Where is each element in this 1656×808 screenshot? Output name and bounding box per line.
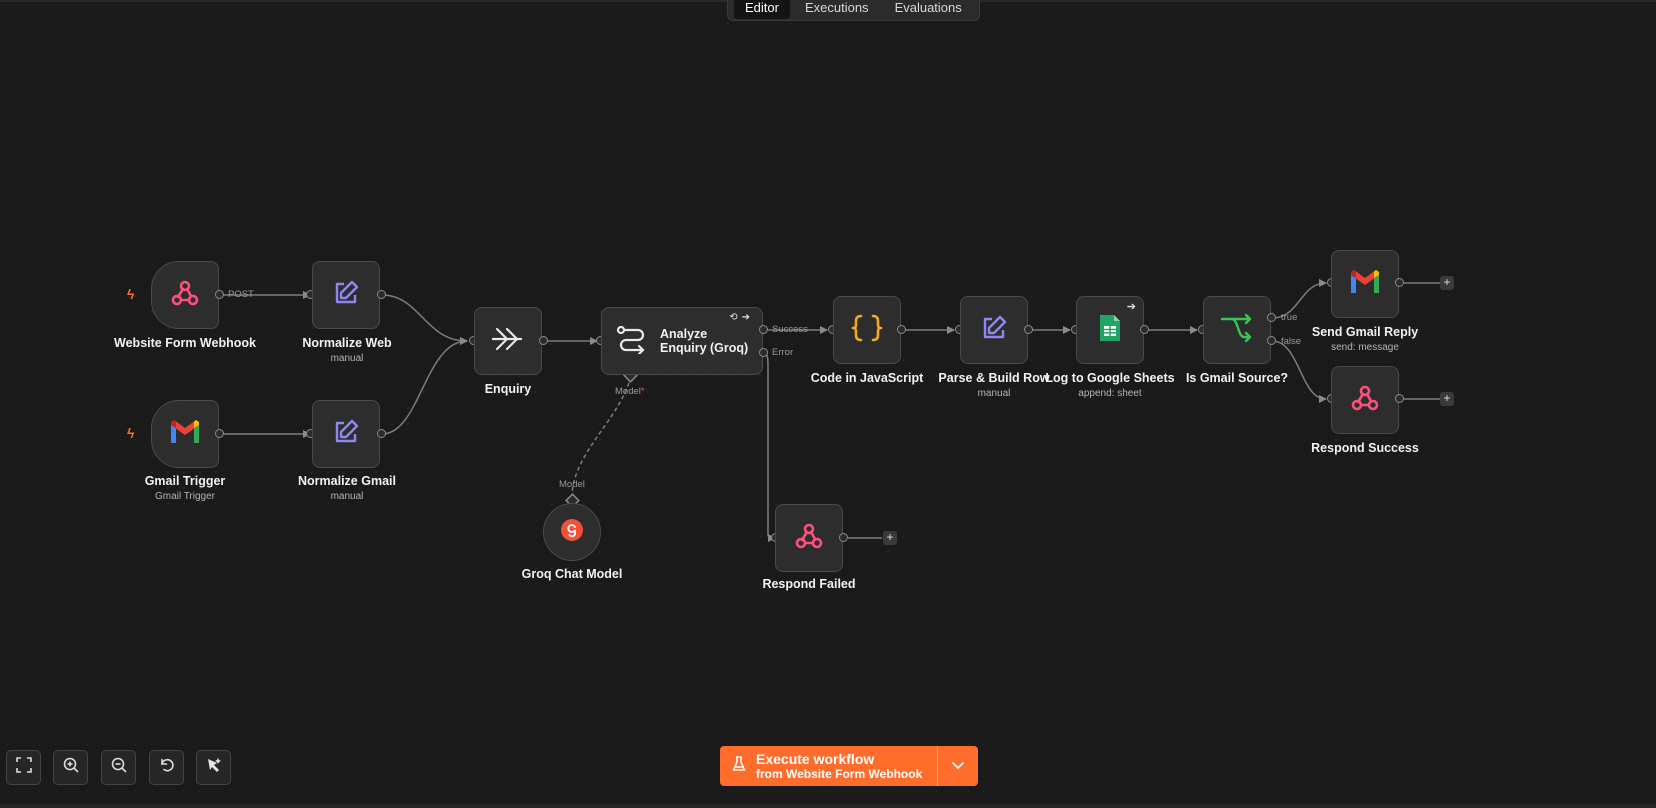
node-title: Send Gmail Reply <box>1311 325 1419 339</box>
node-title: Analyze Enquiry (Groq) <box>660 327 749 355</box>
output-port[interactable] <box>377 290 386 299</box>
node-website-form-webhook[interactable] <box>151 261 219 329</box>
node-subtitle: manual <box>330 353 364 364</box>
undo-button[interactable] <box>149 750 184 785</box>
merge-arrows-icon <box>491 324 525 359</box>
output-port[interactable] <box>1395 278 1404 287</box>
node-title: Normalize Gmail <box>298 474 396 488</box>
output-port[interactable] <box>1395 394 1404 403</box>
groq-icon <box>560 518 584 547</box>
google-sheets-icon <box>1098 313 1122 348</box>
zoom-in-button[interactable] <box>53 750 88 785</box>
edge-label-model: Model* <box>615 386 645 397</box>
node-title: Respond Failed <box>762 577 856 591</box>
node-normalize-web[interactable] <box>312 261 380 329</box>
node-title: Is Gmail Source? <box>1185 371 1289 385</box>
add-node-button[interactable]: + <box>883 531 897 545</box>
fit-view-button[interactable] <box>6 750 41 785</box>
execute-options-dropdown[interactable] <box>938 746 978 786</box>
node-analyze-enquiry[interactable]: Analyze Enquiry (Groq) ⟲➔ <box>601 307 763 375</box>
node-title: Gmail Trigger <box>144 474 226 488</box>
edge-label-success: Success <box>772 324 808 335</box>
add-node-button[interactable]: + <box>1440 276 1454 290</box>
node-enquiry[interactable] <box>474 307 542 375</box>
output-port[interactable] <box>1140 325 1149 334</box>
connection-normalize-web-enquiry <box>381 294 468 345</box>
output-port[interactable] <box>1024 325 1033 334</box>
output-port-true[interactable] <box>1267 313 1276 322</box>
connections-layer <box>220 279 1440 542</box>
route-icon <box>616 324 648 359</box>
webhook-icon <box>1349 382 1381 419</box>
trigger-bolt-icon: ϟ <box>127 425 135 441</box>
execute-workflow-label: Execute workflow <box>756 750 875 767</box>
node-subtitle: append: sheet <box>1078 388 1142 399</box>
node-subtitle: manual <box>330 491 364 502</box>
gmail-icon <box>1349 269 1381 300</box>
output-port[interactable] <box>897 325 906 334</box>
node-parse-build-row[interactable] <box>960 296 1028 364</box>
node-title: Enquiry <box>484 382 532 396</box>
connection-analyze-respond-failed <box>763 352 776 542</box>
curly-braces-icon <box>851 313 883 348</box>
node-gmail-trigger[interactable] <box>151 400 219 468</box>
output-port[interactable] <box>539 336 548 345</box>
node-send-gmail-reply[interactable] <box>1331 250 1399 318</box>
output-port[interactable] <box>215 429 224 438</box>
zoom-in-icon <box>63 757 79 778</box>
webhook-icon <box>793 520 825 557</box>
node-title: Normalize Web <box>302 336 392 350</box>
chevron-down-icon <box>952 757 964 775</box>
node-title: Groq Chat Model <box>521 567 623 581</box>
edit-icon <box>331 417 361 452</box>
edge-label-model-input: Model <box>559 479 585 490</box>
node-is-gmail-source[interactable] <box>1203 296 1271 364</box>
node-normalize-gmail[interactable] <box>312 400 380 468</box>
edit-icon <box>331 278 361 313</box>
add-node-button[interactable]: + <box>1440 392 1454 406</box>
bottom-border <box>0 804 1656 808</box>
arrow-right-icon: ➔ <box>1126 301 1136 313</box>
gmail-icon <box>169 419 201 450</box>
execute-workflow-button[interactable]: Execute workflow from Website Form Webho… <box>720 746 978 786</box>
fit-view-icon <box>15 757 32 778</box>
tidy-up-icon <box>205 756 223 779</box>
execute-workflow-main[interactable]: Execute workflow from Website Form Webho… <box>720 746 937 786</box>
node-code-javascript[interactable] <box>833 296 901 364</box>
node-title: Website Form Webhook <box>114 336 256 350</box>
node-status-icons: ⟲➔ <box>729 312 754 323</box>
zoom-out-button[interactable] <box>101 750 136 785</box>
output-port[interactable] <box>215 290 224 299</box>
zoom-out-icon <box>111 757 127 778</box>
if-branch-icon <box>1220 313 1254 348</box>
webhook-icon <box>169 277 201 314</box>
node-title: Respond Success <box>1311 441 1419 455</box>
edge-label-error: Error <box>772 347 794 358</box>
trigger-bolt-icon: ϟ <box>127 286 135 302</box>
tidy-up-button[interactable] <box>196 750 231 785</box>
node-respond-success[interactable] <box>1331 366 1399 434</box>
edit-icon <box>979 313 1009 348</box>
edge-label-post: POST <box>228 289 254 300</box>
undo-icon <box>159 757 175 778</box>
node-subtitle: Gmail Trigger <box>154 491 215 502</box>
output-port-success[interactable] <box>759 325 768 334</box>
edge-label-true: true <box>1281 312 1298 323</box>
output-port[interactable] <box>377 429 386 438</box>
flask-icon <box>732 755 746 777</box>
node-log-google-sheets[interactable]: ➔ <box>1076 296 1144 364</box>
node-groq-chat-model[interactable] <box>543 503 601 561</box>
output-port[interactable] <box>839 533 848 542</box>
node-respond-failed[interactable] <box>775 504 843 572</box>
output-port-error[interactable] <box>759 348 768 357</box>
execute-workflow-source: from Website Form Webhook <box>756 766 923 781</box>
node-subtitle: send: message <box>1331 342 1399 353</box>
